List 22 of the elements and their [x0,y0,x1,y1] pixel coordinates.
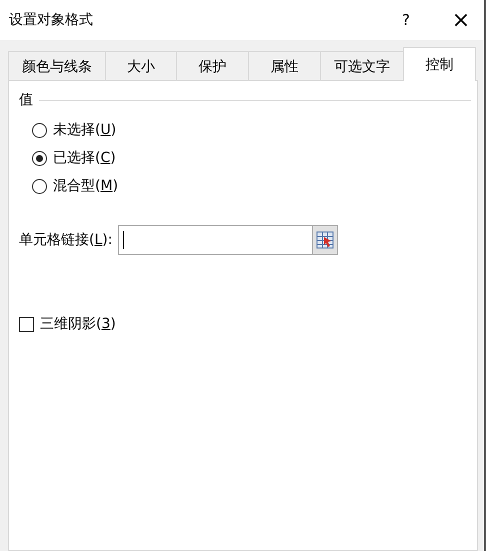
radio-button[interactable] [32,178,47,194]
radio-button[interactable] [32,150,47,166]
radio-label: 未选择(U) [53,121,116,139]
radio-button[interactable] [32,122,47,138]
range-picker-button[interactable] [312,225,338,255]
radio-label: 混合型(M) [53,177,118,195]
cell-link-field[interactable] [118,225,314,255]
radio-option[interactable]: 混合型(M) [32,177,471,195]
radio-option[interactable]: 未选择(U) [32,121,471,139]
checkbox-option[interactable]: 三维阴影(3) [19,315,471,333]
radio-label: 已选择(C) [53,149,116,167]
close-button[interactable]: × [450,8,472,32]
radio-option[interactable]: 已选择(C) [32,149,471,167]
group-title: 值 [19,91,33,109]
checkbox[interactable] [19,316,34,332]
help-button[interactable]: ? [396,11,416,29]
tab[interactable]: 控制 [403,47,476,81]
checkbox-label: 三维阴影(3) [40,315,116,333]
window-title: 设置对象格式 [9,11,94,29]
tab[interactable]: 颜色与线条 [8,51,106,81]
field-label: 单元格链接(L): [19,231,112,249]
grid-icon [316,231,334,249]
